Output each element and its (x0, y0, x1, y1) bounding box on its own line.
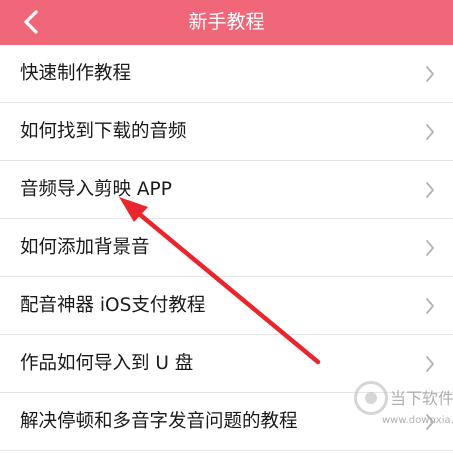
page-title: 新手教程 (188, 11, 265, 33)
chevron-right-icon (425, 181, 435, 199)
chevron-right-icon (425, 123, 435, 141)
list-item-label: 配音神器 iOS支付教程 (20, 295, 206, 316)
chevron-right-icon (425, 239, 435, 257)
watermark-name: 当下软件园 (390, 389, 453, 408)
list-item-label: 作品如何导入到 U 盘 (20, 353, 194, 374)
chevron-right-icon (425, 297, 435, 315)
watermark-url: www.downxia.com (382, 415, 453, 426)
watermark: 当下软件园 www.downxia.com (354, 381, 453, 441)
list-item[interactable]: 如何添加背景音 (0, 219, 453, 277)
list-item[interactable]: 配音神器 iOS支付教程 (0, 277, 453, 335)
watermark-logo-icon (354, 381, 388, 415)
list-item[interactable]: 如何找到下载的音频 (0, 103, 453, 161)
list-item-label: 解决停顿和多音字发音问题的教程 (20, 411, 298, 432)
list-item[interactable]: 快速制作教程 (0, 45, 453, 103)
chevron-right-icon (425, 355, 435, 373)
list-item-label: 如何找到下载的音频 (20, 121, 187, 142)
top-bar: 新手教程 (0, 0, 453, 45)
list-item[interactable]: 音频导入剪映 APP (0, 161, 453, 219)
list-item-label: 快速制作教程 (20, 63, 132, 84)
list-item-label: 音频导入剪映 APP (20, 179, 172, 200)
chevron-right-icon (425, 65, 435, 83)
list-item-label: 如何添加背景音 (20, 237, 150, 258)
